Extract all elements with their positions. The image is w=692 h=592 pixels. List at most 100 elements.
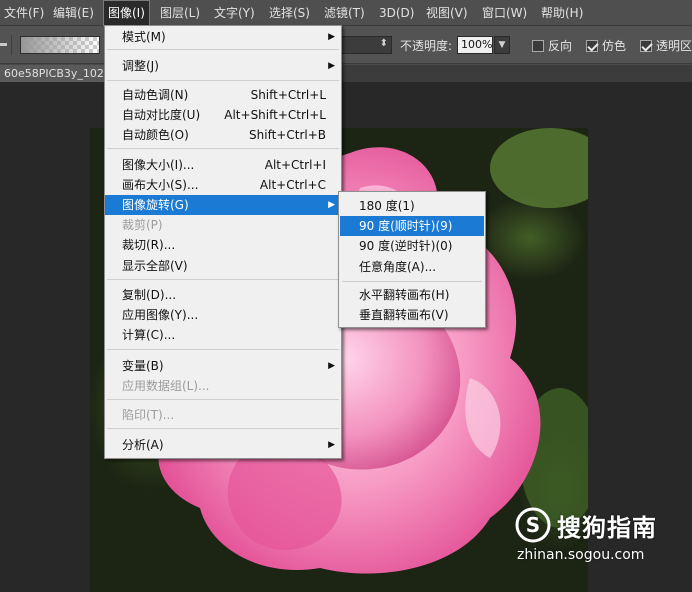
transparency-label: 透明区 (656, 39, 692, 53)
menu-item-canvas-size[interactable]: 画布大小(S)... Alt+Ctrl+C (105, 175, 341, 195)
svg-text:S: S (526, 513, 540, 537)
submenu-item-arbitrary[interactable]: 任意角度(A)... (340, 257, 484, 277)
opacity-input[interactable]: 100% (457, 36, 493, 54)
submenu-item-label: 180 度(1) (359, 199, 415, 213)
submenu-item-label: 水平翻转画布(H) (359, 288, 450, 302)
submenu-item-label: 90 度(顺时针)(9) (359, 219, 453, 233)
menu-item-calculations[interactable]: 计算(C)... (105, 325, 341, 345)
menu-layer[interactable]: 图层(L) (156, 0, 204, 26)
gradient-picker[interactable] (20, 36, 100, 54)
menu-item-image-rotation[interactable]: 图像旋转(G) ▶ (105, 195, 341, 215)
menu-item-label: 自动色调(N) (122, 88, 189, 102)
menu-edit[interactable]: 编辑(E) (49, 0, 98, 26)
menu-bar: 文件(F) 编辑(E) 图像(I) 图层(L) 文字(Y) 选择(S) 滤镜(T… (0, 0, 692, 26)
submenu-item-rotate-90-ccw[interactable]: 90 度(逆时针)(0) (340, 236, 484, 256)
watermark-url: zhinan.sogou.com (517, 547, 645, 563)
menu-item-apply-data-set[interactable]: 应用数据组(L)... (105, 376, 341, 396)
menu-item-label: 陷印(T)... (122, 408, 175, 422)
submenu-item-flip-horizontal[interactable]: 水平翻转画布(H) (340, 285, 484, 305)
submenu-item-label: 90 度(逆时针)(0) (359, 239, 453, 253)
menu-item-label: 图像大小(I)... (122, 158, 195, 172)
dither-label: 仿色 (602, 39, 627, 53)
checkbox-box[interactable] (532, 40, 544, 52)
menu-item-label: 自动颜色(O) (122, 128, 189, 142)
submenu-item-rotate-180[interactable]: 180 度(1) (340, 196, 484, 216)
menu-file[interactable]: 文件(F) (0, 0, 48, 26)
menu-item-label: 分析(A) (122, 438, 164, 452)
menu-item-apply-image[interactable]: 应用图像(Y)... (105, 305, 341, 325)
opacity-label: 不透明度: (400, 39, 453, 53)
menu-item-shortcut: Shift+Ctrl+L (250, 88, 326, 102)
menu-select[interactable]: 选择(S) (265, 0, 314, 26)
menu-item-trap[interactable]: 陷印(T)... (105, 405, 341, 425)
menu-item-duplicate[interactable]: 复制(D)... (105, 285, 341, 305)
menu-item-shortcut: Alt+Ctrl+C (259, 178, 326, 192)
chevron-down-icon[interactable]: ▼ (494, 36, 510, 54)
checkbox-box[interactable] (586, 40, 598, 52)
tool-preset-icon[interactable] (0, 35, 12, 55)
menu-item-label: 裁切(R)... (122, 238, 176, 252)
menu-window[interactable]: 窗口(W) (478, 0, 531, 26)
menu-item-shortcut: Shift+Ctrl+B (249, 128, 326, 142)
chevron-updown-icon: ⬍ (379, 38, 388, 49)
menu-separator (107, 399, 339, 400)
menu-separator (107, 148, 339, 149)
submenu-arrow-icon: ▶ (328, 61, 335, 71)
menu-item-label: 复制(D)... (122, 288, 177, 302)
menu-item-label: 显示全部(V) (122, 259, 188, 273)
menu-item-label: 裁剪(P) (122, 218, 163, 232)
image-rotation-submenu: 180 度(1) 90 度(顺时针)(9) 90 度(逆时针)(0) 任意角度(… (338, 191, 486, 328)
checkbox-box[interactable] (640, 40, 652, 52)
submenu-arrow-icon: ▶ (328, 361, 335, 371)
menu-separator (342, 281, 482, 282)
menu-item-label: 画布大小(S)... (122, 178, 199, 192)
menu-item-shortcut: Alt+Shift+Ctrl+L (224, 108, 326, 122)
submenu-item-flip-vertical[interactable]: 垂直翻转画布(V) (340, 305, 484, 325)
menu-item-label: 调整(J) (122, 59, 159, 73)
menu-item-shortcut: Alt+Ctrl+I (264, 158, 326, 172)
reverse-label: 反向 (548, 39, 573, 53)
menu-separator (107, 279, 339, 280)
menu-separator (107, 80, 339, 81)
menu-separator (107, 49, 339, 50)
menu-item-variables[interactable]: 变量(B) ▶ (105, 356, 341, 376)
submenu-item-label: 任意角度(A)... (359, 260, 437, 274)
transparency-checkbox[interactable]: 透明区 (640, 37, 692, 53)
menu-item-label: 自动对比度(U) (122, 108, 201, 122)
menu-type[interactable]: 文字(Y) (210, 0, 259, 26)
submenu-arrow-icon: ▶ (328, 32, 335, 42)
menu-item-label: 图像旋转(G) (122, 198, 189, 212)
dither-checkbox[interactable]: 仿色 (586, 37, 626, 53)
watermark-brand: 搜狗指南 (557, 514, 657, 542)
menu-item-auto-contrast[interactable]: 自动对比度(U) Alt+Shift+Ctrl+L (105, 105, 341, 125)
document-tab[interactable]: 60e58PICB3y_102- (0, 65, 112, 82)
menu-item-analysis[interactable]: 分析(A) ▶ (105, 435, 341, 455)
menu-item-label: 变量(B) (122, 359, 164, 373)
menu-separator (107, 428, 339, 429)
menu-help[interactable]: 帮助(H) (537, 0, 587, 26)
menu-item-auto-tone[interactable]: 自动色调(N) Shift+Ctrl+L (105, 85, 341, 105)
submenu-arrow-icon: ▶ (328, 200, 335, 210)
sogou-watermark: S 搜狗指南 zhinan.sogou.com (515, 507, 685, 567)
submenu-item-rotate-90-cw[interactable]: 90 度(顺时针)(9) (340, 216, 484, 236)
sogou-logo-icon: S (515, 507, 551, 543)
menu-item-trim[interactable]: 裁切(R)... (105, 235, 341, 255)
menu-filter[interactable]: 滤镜(T) (320, 0, 369, 26)
menu-item-label: 计算(C)... (122, 328, 176, 342)
menu-3d[interactable]: 3D(D) (375, 0, 418, 26)
menu-item-auto-color[interactable]: 自动颜色(O) Shift+Ctrl+B (105, 125, 341, 145)
menu-item-image-size[interactable]: 图像大小(I)... Alt+Ctrl+I (105, 155, 341, 175)
menu-item-crop[interactable]: 裁剪(P) (105, 215, 341, 235)
reverse-checkbox[interactable]: 反向 (532, 37, 572, 53)
submenu-item-label: 垂直翻转画布(V) (359, 308, 449, 322)
image-menu-dropdown: 模式(M) ▶ 调整(J) ▶ 自动色调(N) Shift+Ctrl+L 自动对… (104, 25, 342, 459)
menu-item-label: 模式(M) (122, 30, 166, 44)
menu-view[interactable]: 视图(V) (422, 0, 472, 26)
menu-item-adjustments[interactable]: 调整(J) ▶ (105, 56, 341, 76)
menu-item-reveal-all[interactable]: 显示全部(V) (105, 256, 341, 276)
menu-item-label: 应用图像(Y)... (122, 308, 199, 322)
menu-item-label: 应用数据组(L)... (122, 379, 210, 393)
menu-separator (107, 349, 339, 350)
menu-item-mode[interactable]: 模式(M) ▶ (105, 27, 341, 47)
menu-image[interactable]: 图像(I) (103, 0, 150, 26)
